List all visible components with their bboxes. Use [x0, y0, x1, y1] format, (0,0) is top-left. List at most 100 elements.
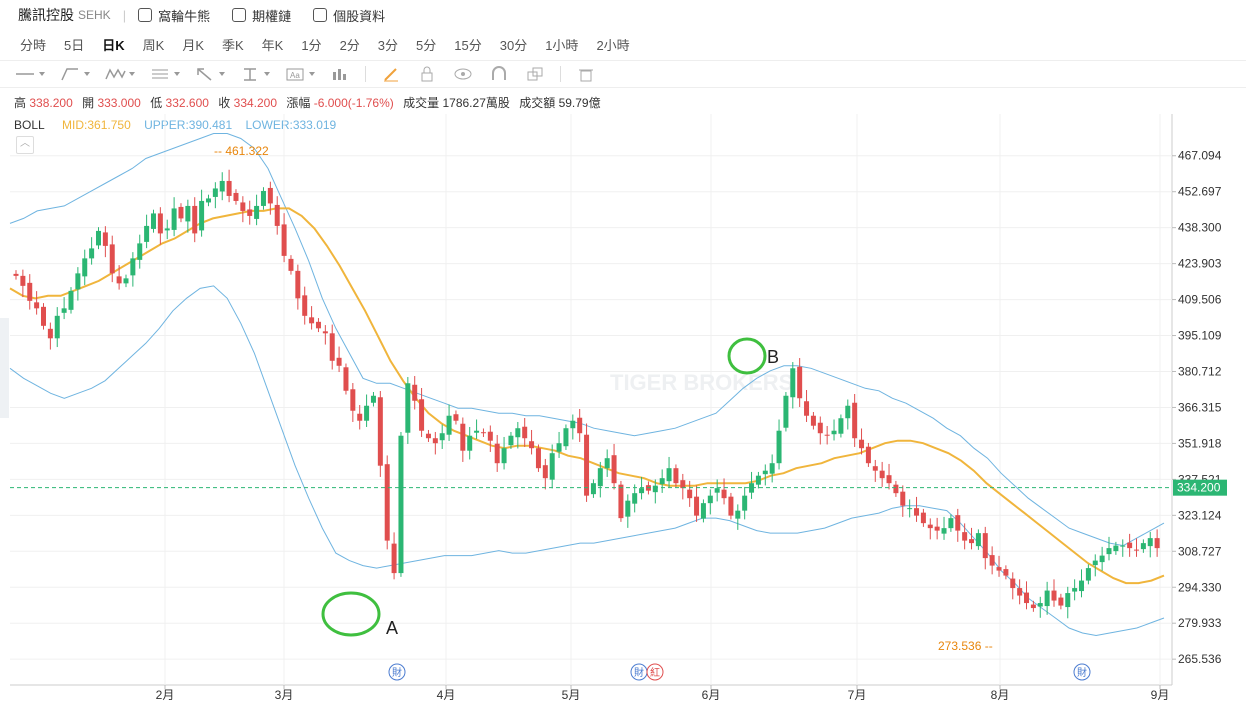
- candle-body: [838, 418, 844, 434]
- candlestick-chart[interactable]: 467.094 452.697 438.300 423.903 409.506 395.1…: [0, 0, 1246, 708]
- candle-body: [1037, 603, 1043, 607]
- candle-body: [487, 431, 493, 441]
- candle-body: [192, 205, 198, 234]
- candle-body: [1058, 597, 1064, 606]
- boll-mid-line: [9, 207, 1165, 585]
- candle-body: [680, 480, 686, 489]
- y-tick-label: 366.315: [1178, 400, 1222, 414]
- x-tick-label: 2月: [156, 688, 175, 702]
- candle-body: [501, 448, 507, 464]
- candle-body: [982, 533, 988, 559]
- candle-body: [144, 225, 150, 242]
- candle-body: [1085, 568, 1091, 581]
- candle-body: [274, 204, 280, 226]
- candle-body: [776, 430, 782, 464]
- candle-body: [302, 295, 308, 316]
- event-badge-label: 財: [392, 666, 402, 679]
- candle-body: [398, 435, 404, 574]
- candle-body: [797, 366, 803, 399]
- candle-body: [920, 512, 926, 524]
- candle-body: [1147, 538, 1153, 547]
- x-tick-label: 9月: [1151, 688, 1170, 702]
- candle-body: [790, 368, 796, 398]
- candle-body: [453, 414, 459, 421]
- candle-body: [584, 434, 590, 496]
- candle-body: [824, 434, 830, 436]
- candle-body: [742, 495, 748, 511]
- candle-body: [1134, 549, 1140, 551]
- annotation-label-b: B: [767, 347, 779, 367]
- candle-body: [604, 458, 610, 469]
- candle-body: [446, 415, 452, 435]
- candle-body: [955, 515, 961, 531]
- candle-body: [391, 543, 397, 574]
- candle-body: [377, 397, 383, 466]
- candle-body: [625, 500, 631, 517]
- candle-body: [1017, 588, 1023, 596]
- candle-body: [82, 258, 88, 277]
- candle-body: [556, 443, 562, 452]
- candle-body: [886, 475, 892, 484]
- min-price-label: 273.536 --: [938, 639, 993, 653]
- candle-body: [817, 422, 823, 434]
- candle-body: [804, 401, 810, 416]
- y-tick-label: 423.903: [1178, 257, 1222, 271]
- candle-body: [1030, 604, 1036, 609]
- candle-body: [639, 488, 645, 494]
- candle-body: [529, 441, 535, 449]
- candle-body: [460, 423, 466, 451]
- event-badge-label: 財: [1077, 666, 1087, 679]
- x-tick-label: 6月: [702, 688, 721, 702]
- candle-body: [40, 306, 46, 326]
- candle-body: [508, 435, 514, 446]
- candle-body: [1024, 592, 1030, 604]
- candle-body: [130, 258, 136, 276]
- candle-body: [267, 187, 273, 204]
- candle-body: [219, 180, 225, 192]
- candle-body: [157, 213, 163, 234]
- candle-body: [700, 503, 706, 519]
- candle-body: [123, 278, 129, 284]
- y-tick-label: 452.697: [1178, 185, 1222, 199]
- candle-body: [989, 555, 995, 566]
- candle-body: [364, 405, 370, 421]
- candle-body: [975, 533, 981, 547]
- candle-body: [343, 367, 349, 391]
- y-tick-label: 438.300: [1178, 221, 1222, 235]
- candle-body: [178, 206, 184, 219]
- y-tick-label: 265.536: [1178, 652, 1222, 666]
- candle-body: [137, 243, 143, 260]
- candle-body: [714, 488, 720, 493]
- candle-body: [288, 258, 294, 271]
- candle-body: [89, 248, 95, 259]
- candle-body: [879, 470, 885, 479]
- candle-body: [212, 188, 218, 197]
- candle-body: [233, 192, 239, 201]
- y-tick-label: 395.109: [1178, 329, 1222, 343]
- candle-body: [357, 413, 363, 421]
- candle-body: [309, 317, 315, 324]
- candle-body: [254, 205, 260, 219]
- candle-body: [659, 478, 665, 485]
- candle-body: [549, 453, 555, 480]
- x-tick-label: 4月: [437, 688, 456, 702]
- candle-body: [927, 524, 933, 529]
- candle-body: [872, 466, 878, 471]
- candle-body: [75, 273, 81, 290]
- x-tick-label: 7月: [848, 688, 867, 702]
- candle-body: [480, 432, 486, 434]
- candle-body: [941, 528, 947, 534]
- candle-body: [1140, 543, 1146, 550]
- candle-body: [116, 276, 122, 284]
- candle-body: [20, 275, 26, 286]
- candle-body: [150, 213, 156, 229]
- candle-body: [384, 464, 390, 541]
- candle-body: [735, 510, 741, 519]
- candle-body: [907, 508, 913, 510]
- candle-body: [171, 208, 177, 230]
- candle-body: [694, 496, 700, 516]
- annotation-circle-b: [727, 337, 767, 375]
- y-tick-label: 323.124: [1178, 508, 1222, 522]
- candle-body: [577, 417, 583, 434]
- candle-body: [969, 539, 975, 544]
